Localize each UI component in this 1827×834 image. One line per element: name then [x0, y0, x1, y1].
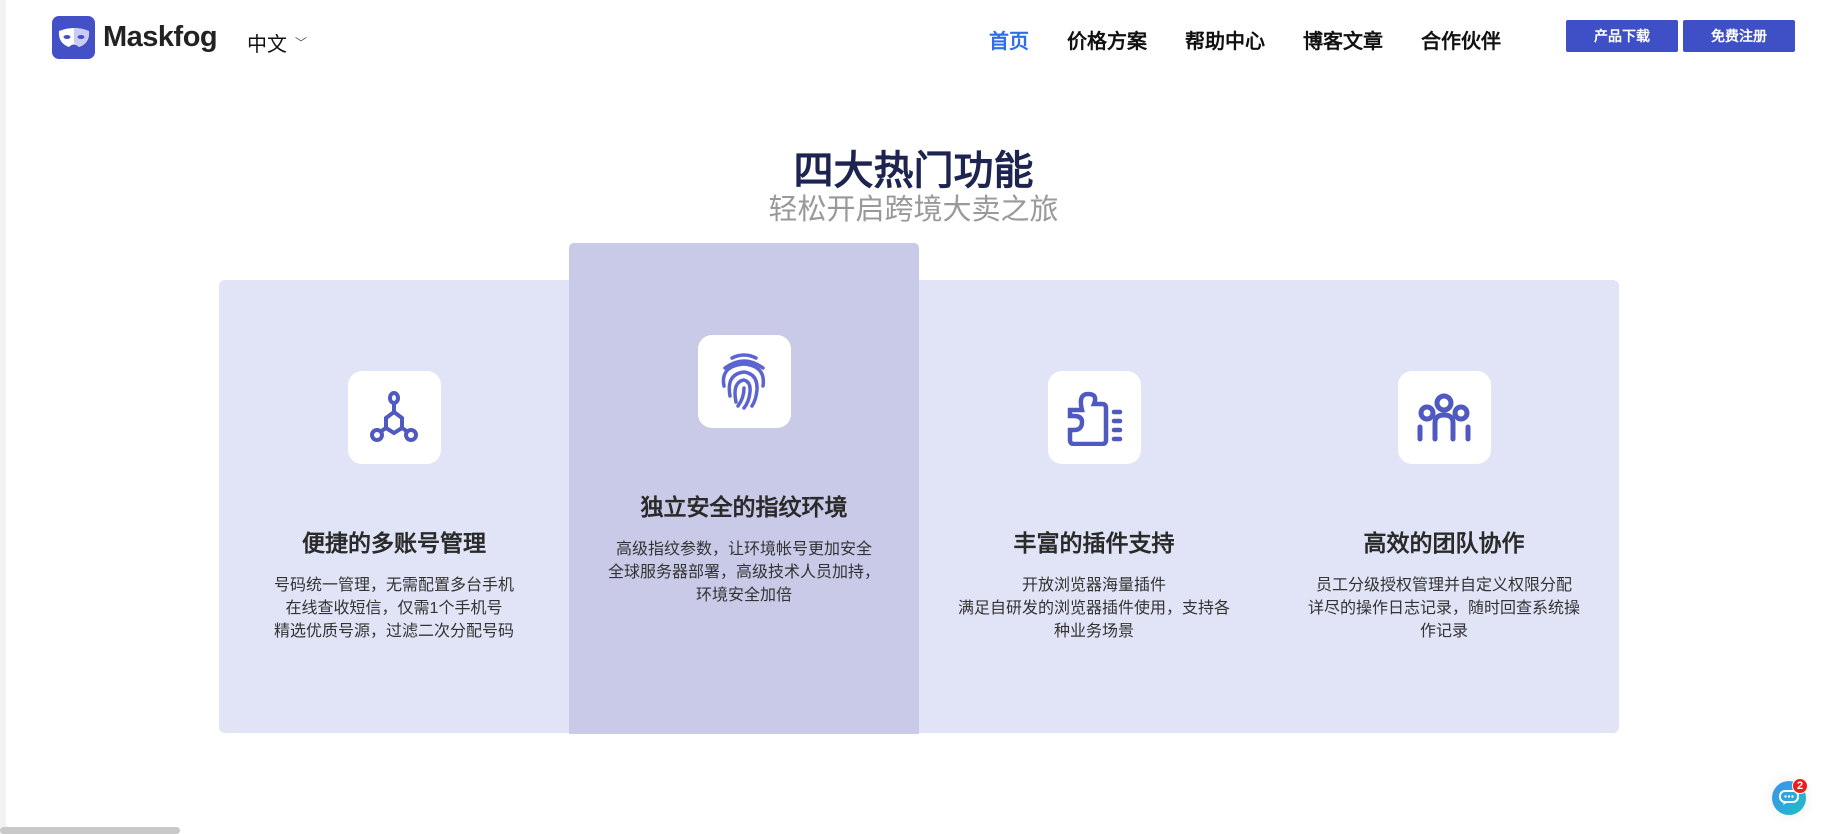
feature-title: 便捷的多账号管理: [302, 530, 486, 556]
feature-card-fingerprint[interactable]: 独立安全的指纹环境 高级指纹参数，让环境帐号更加安全 全球服务器部署，高级技术人…: [569, 243, 919, 734]
description-line: 满足自研发的浏览器插件使用，支持各: [957, 600, 1230, 617]
nav-blog[interactable]: 博客文章: [1303, 25, 1383, 54]
page-edge: [0, 0, 6, 834]
feature-description: 开放浏览器海量插件 满足自研发的浏览器插件使用，支持各 种业务场景: [919, 574, 1269, 643]
language-selector[interactable]: 中文 ﹀: [247, 28, 307, 57]
nav-help[interactable]: 帮助中心: [1185, 25, 1265, 54]
feature-card-team[interactable]: 高效的团队协作 员工分级授权管理并自定义权限分配 详尽的操作日志记录，随时回查系…: [1269, 280, 1619, 733]
chat-unread-badge: 2: [1792, 778, 1808, 794]
horizontal-scrollbar[interactable]: [0, 827, 180, 834]
nav-home[interactable]: 首页: [989, 25, 1029, 54]
network-icon: [347, 371, 441, 464]
section-subtitle: 轻松开启跨境大卖之旅: [768, 194, 1059, 226]
feature-title: 高效的团队协作: [1363, 530, 1525, 556]
feature-card-multi-account[interactable]: 便捷的多账号管理 号码统一管理，无需配置多台手机 在线查收短信，仅需1个手机号 …: [219, 280, 569, 733]
description-line: 精选优质号源，过滤二次分配号码: [273, 623, 514, 640]
feature-description: 高级指纹参数，让环境帐号更加安全 全球服务器部署，高级技术人员加持， 环境安全加…: [569, 538, 919, 607]
feature-description: 号码统一管理，无需配置多台手机 在线查收短信，仅需1个手机号 精选优质号源，过滤…: [219, 574, 569, 643]
feature-title: 丰富的插件支持: [1013, 530, 1175, 556]
chevron-down-icon: ﹀: [295, 36, 308, 50]
description-line: 环境安全加倍: [695, 587, 792, 604]
puzzle-icon: [1047, 371, 1141, 464]
description-line: 号码统一管理，无需配置多台手机: [273, 577, 514, 594]
description-line: 全球服务器部署，高级技术人员加持，: [607, 564, 880, 581]
fingerprint-icon: [697, 335, 791, 428]
feature-title: 独立安全的指纹环境: [640, 494, 848, 520]
feature-card-plugins[interactable]: 丰富的插件支持 开放浏览器海量插件 满足自研发的浏览器插件使用，支持各 种业务场…: [919, 280, 1269, 733]
register-button[interactable]: 免费注册: [1683, 20, 1795, 52]
download-button[interactable]: 产品下载: [1566, 20, 1678, 52]
nav-pricing[interactable]: 价格方案: [1067, 25, 1147, 54]
mask-icon: [52, 16, 95, 59]
description-line: 详尽的操作日志记录，随时回查系统操: [1307, 600, 1580, 617]
description-line: 员工分级授权管理并自定义权限分配: [1315, 577, 1572, 594]
description-line: 种业务场景: [1053, 623, 1134, 640]
main-nav: 首页 价格方案 帮助中心 博客文章 合作伙伴: [989, 25, 1501, 54]
team-icon: [1397, 371, 1491, 464]
language-label: 中文: [247, 34, 287, 56]
brand-name: Maskfog: [103, 21, 218, 53]
nav-partners[interactable]: 合作伙伴: [1421, 25, 1501, 54]
description-line: 开放浏览器海量插件: [1021, 577, 1166, 594]
feature-description: 员工分级授权管理并自定义权限分配 详尽的操作日志记录，随时回查系统操 作记录: [1269, 574, 1619, 643]
brand-logo[interactable]: Maskfog: [52, 16, 218, 59]
description-line: 作记录: [1419, 623, 1468, 640]
description-line: 在线查收短信，仅需1个手机号: [285, 600, 503, 617]
description-line: 高级指纹参数，让环境帐号更加安全: [615, 541, 872, 558]
